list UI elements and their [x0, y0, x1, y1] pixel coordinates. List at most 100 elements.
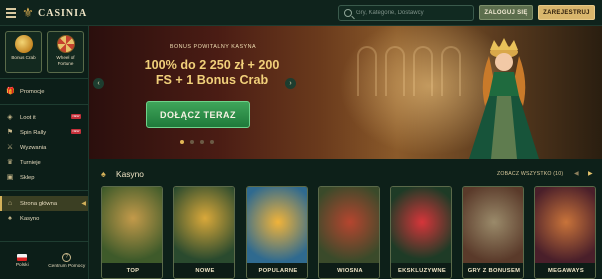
game-label: MEGAWAYS: [535, 263, 595, 278]
casino-section-header: ♠ Kasyno ZOBACZ WSZYSTKO (10) ◀ ▶: [89, 167, 602, 183]
shop-icon: ▣: [6, 173, 14, 181]
window-arch: [441, 46, 461, 96]
sidebar-item-label: Sklep: [20, 174, 35, 181]
game-label: TOP: [102, 263, 162, 278]
logo[interactable]: ⚜ CASINIA: [21, 5, 87, 21]
hero-title-line-2: FS + 1 Bonus Crab: [155, 73, 269, 87]
game-tile-megaways[interactable]: MEGAWAYS: [534, 186, 596, 279]
sidebar-item-label: Wyzwania: [20, 144, 47, 151]
chevron-left-icon: ◀: [81, 201, 86, 207]
help-icon: ?: [62, 252, 72, 262]
new-badge: NEW: [71, 129, 81, 134]
wheel-of-fortune-icon: [56, 35, 75, 53]
join-now-button[interactable]: DOŁĄCZ TERAZ: [146, 101, 250, 128]
game-art: [174, 187, 234, 265]
game-art: [391, 187, 451, 265]
chevron-left-icon[interactable]: ◀: [574, 171, 581, 178]
game-art: [102, 187, 162, 265]
help-label: Centrum Pomocy: [48, 263, 86, 269]
fleur-de-lis-icon: ⚜: [22, 5, 34, 20]
game-art: [247, 187, 307, 265]
rally-icon: ⚑: [6, 128, 14, 136]
logo-text: CASINIA: [38, 7, 88, 19]
game-label: EKSKLUZYWNE: [391, 263, 451, 278]
promo-cards: Bonus Crab Wheel of Fortune: [0, 26, 88, 73]
divider: [0, 78, 88, 79]
game-tile-nowe[interactable]: NOWE: [173, 186, 235, 279]
game-tile-popularne[interactable]: POPULARNE: [246, 186, 308, 279]
language-selector[interactable]: Polski: [0, 242, 45, 279]
game-tile-wiosna[interactable]: WIOSNA: [318, 186, 380, 279]
game-tile-top[interactable]: TOP: [101, 186, 163, 279]
game-label: POPULARNE: [247, 263, 307, 278]
poland-flag-icon: [17, 253, 28, 261]
window-arch: [413, 46, 433, 96]
casino-icon: ♠: [101, 169, 106, 179]
new-badge: NEW: [71, 114, 81, 119]
tournament-icon: ♛: [6, 158, 14, 166]
see-all-link[interactable]: ZOBACZ WSZYSTKO (10): [497, 171, 563, 177]
hero-prev-arrow-icon[interactable]: ‹: [93, 78, 104, 89]
game-category-list: TOP NOWE POPULARNE WIOSNA EKSKLUZYWNE GR…: [101, 186, 596, 279]
carousel-dots: [180, 140, 214, 144]
sidebar-item-promocje[interactable]: 🎁 Promocje: [0, 84, 88, 99]
bonus-crab-icon: [14, 35, 33, 53]
search-icon: [344, 9, 352, 17]
sidebar-item-loot-it[interactable]: ◈ Loot it NEW: [0, 110, 88, 125]
register-button[interactable]: ZAREJESTRUJ: [538, 5, 595, 20]
sidebar-item-label: Strona główna: [20, 200, 58, 207]
section-title: Kasyno: [116, 169, 144, 179]
casino-icon: ♠: [8, 214, 12, 222]
sidebar-item-label: Promocje: [20, 88, 45, 95]
game-art: [319, 187, 379, 265]
search-input[interactable]: [356, 10, 466, 16]
sidebar-item-turnieje[interactable]: ♛ Turnieje: [0, 155, 88, 170]
divider: [0, 104, 88, 105]
sidebar-item-sklep[interactable]: ▣ Sklep: [0, 170, 88, 185]
sidebar-item-kasyno[interactable]: ♠ Kasyno: [0, 211, 88, 226]
carousel-dot[interactable]: [200, 140, 204, 144]
sidebar-item-strona-glowna[interactable]: ⌂ Strona główna ◀: [0, 196, 88, 211]
game-label: WIOSNA: [319, 263, 379, 278]
hero-banner: BONUS POWITALNY KASYNA 100% do 2 250 zł …: [89, 26, 602, 159]
login-button[interactable]: ZALOGUJ SIĘ: [479, 5, 533, 20]
sidebar-item-label: Kasyno: [20, 215, 40, 222]
carousel-dot[interactable]: [210, 140, 214, 144]
game-tile-gry-z-bonusem[interactable]: GRY Z BONUSEM: [462, 186, 524, 279]
challenge-icon: ⚔: [6, 143, 14, 151]
hero-title: 100% do 2 250 zł + 200 FS + 1 Bonus Crab: [113, 58, 311, 88]
hero-title-line-1: 100% do 2 250 zł + 200: [144, 58, 280, 72]
top-bar: ⚜ CASINIA ZALOGUJ SIĘ ZAREJESTRUJ: [0, 0, 602, 26]
window-arch: [357, 46, 377, 96]
loot-icon: ◈: [7, 113, 13, 121]
sidebar-item-label: Spin Rally: [20, 129, 47, 136]
divider: [0, 190, 88, 191]
queen-illustration: [469, 38, 539, 159]
window-arch: [385, 46, 405, 96]
sidebar-item-spin-rally[interactable]: ⚑ Spin Rally NEW: [0, 125, 88, 140]
sidebar: Bonus Crab Wheel of Fortune 🎁 Promocje ◈…: [0, 26, 89, 279]
hero-next-arrow-icon[interactable]: ›: [285, 78, 296, 89]
promo-card-bonus-crab[interactable]: Bonus Crab: [5, 31, 42, 73]
gift-icon: 🎁: [6, 87, 15, 95]
game-art: [535, 187, 595, 265]
sidebar-item-wyzwania[interactable]: ⚔ Wyzwania: [0, 140, 88, 155]
search-box[interactable]: [338, 5, 474, 21]
game-tile-ekskluzywne[interactable]: EKSKLUZYWNE: [390, 186, 452, 279]
game-label: NOWE: [174, 263, 234, 278]
home-icon: ⌂: [7, 199, 13, 207]
sidebar-item-label: Turnieje: [20, 159, 41, 166]
menu-icon[interactable]: [6, 8, 16, 18]
sidebar-footer: Polski ? Centrum Pomocy: [0, 241, 89, 279]
sidebar-item-label: Loot it: [20, 114, 36, 121]
hero-kicker: BONUS POWITALNY KASYNA: [169, 44, 257, 50]
carousel-dot[interactable]: [180, 140, 184, 144]
language-label: Polski: [15, 262, 29, 268]
game-label: GRY Z BONUSEM: [463, 263, 523, 278]
promo-label: Bonus Crab: [11, 55, 36, 60]
promo-card-wheel-of-fortune[interactable]: Wheel of Fortune: [47, 31, 84, 73]
game-art: [463, 187, 523, 265]
carousel-dot[interactable]: [190, 140, 194, 144]
chevron-right-icon[interactable]: ▶: [588, 171, 595, 178]
help-center-link[interactable]: ? Centrum Pomocy: [45, 242, 90, 279]
